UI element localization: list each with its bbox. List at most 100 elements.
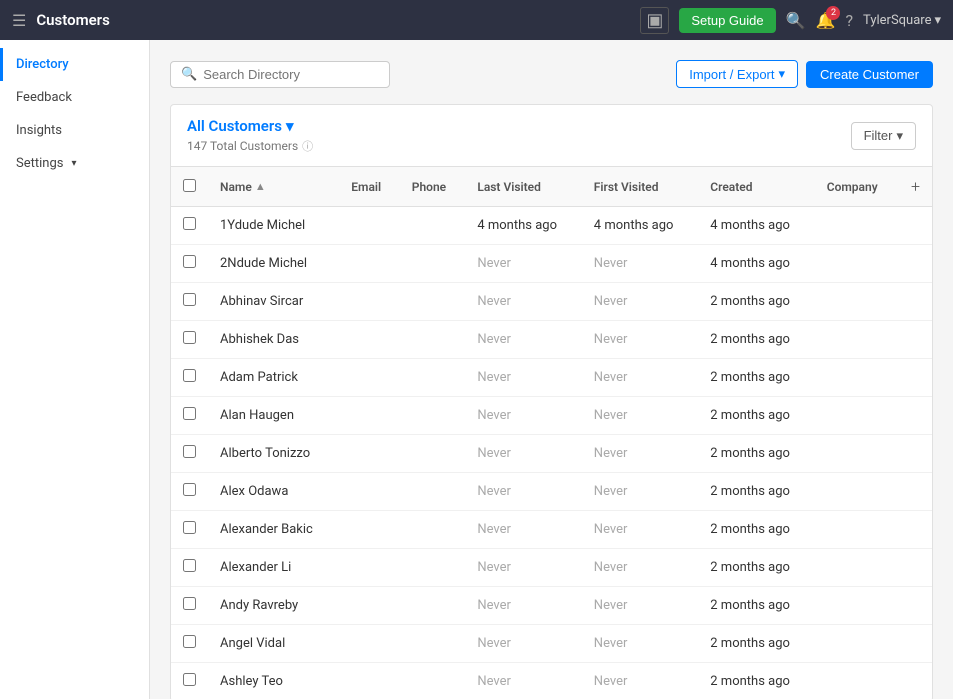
- sidebar-item-feedback-label: Feedback: [16, 90, 72, 105]
- cell-name[interactable]: Adam Patrick: [208, 359, 339, 397]
- cell-last_visited: Never: [465, 549, 581, 587]
- cell-name[interactable]: 2Ndude Michel: [208, 245, 339, 283]
- table-row: 2Ndude MichelNeverNever4 months ago: [171, 245, 932, 283]
- cell-name[interactable]: Alberto Tonizzo: [208, 435, 339, 473]
- row-checkbox-10[interactable]: [171, 587, 208, 625]
- menu-icon[interactable]: ☰: [12, 11, 26, 30]
- cell-phone: [400, 283, 466, 321]
- cell-created: 2 months ago: [698, 511, 814, 549]
- search-icon: 🔍: [181, 67, 197, 82]
- cell-company: [815, 663, 899, 699]
- cell-first_visited: Never: [582, 511, 698, 549]
- sidebar-item-insights-label: Insights: [16, 123, 62, 138]
- row-select-checkbox[interactable]: [183, 673, 196, 686]
- row-checkbox-11[interactable]: [171, 625, 208, 663]
- row-select-checkbox[interactable]: [183, 483, 196, 496]
- row-select-checkbox[interactable]: [183, 445, 196, 458]
- cell-email: [339, 473, 400, 511]
- cell-name[interactable]: Angel Vidal: [208, 625, 339, 663]
- add-column-button[interactable]: +: [899, 167, 932, 207]
- cell-name[interactable]: Abhishek Das: [208, 321, 339, 359]
- cell-company: [815, 245, 899, 283]
- cell-email: [339, 245, 400, 283]
- create-customer-button[interactable]: Create Customer: [806, 61, 933, 88]
- table-row: Ashley TeoNeverNever2 months ago: [171, 663, 932, 699]
- row-checkbox-2[interactable]: [171, 283, 208, 321]
- cell-name[interactable]: Alan Haugen: [208, 397, 339, 435]
- select-all-checkbox[interactable]: [183, 179, 196, 192]
- sort-asc-icon: ▲: [255, 180, 266, 193]
- customers-header: All Customers ▾ 147 Total Customers ⓘ Fi…: [170, 104, 933, 167]
- cell-created: 2 months ago: [698, 283, 814, 321]
- info-icon[interactable]: ⓘ: [302, 138, 313, 154]
- cell-email: [339, 549, 400, 587]
- cell-created: 2 months ago: [698, 435, 814, 473]
- cell-name[interactable]: Alexander Bakic: [208, 511, 339, 549]
- cell-name[interactable]: Ashley Teo: [208, 663, 339, 699]
- row-select-checkbox[interactable]: [183, 597, 196, 610]
- row-select-checkbox[interactable]: [183, 217, 196, 230]
- row-checkbox-1[interactable]: [171, 245, 208, 283]
- row-select-checkbox[interactable]: [183, 369, 196, 382]
- row-checkbox-6[interactable]: [171, 435, 208, 473]
- row-select-checkbox[interactable]: [183, 635, 196, 648]
- th-company: Company: [815, 167, 899, 207]
- cell-name[interactable]: 1Ydude Michel: [208, 207, 339, 245]
- user-menu[interactable]: TylerSquare ▾: [863, 13, 941, 28]
- import-export-button[interactable]: Import / Export ▾: [676, 60, 798, 88]
- bell-icon[interactable]: 🔔 2: [816, 11, 836, 30]
- cell-company: [815, 625, 899, 663]
- sidebar-item-insights[interactable]: Insights: [0, 114, 149, 147]
- row-checkbox-12[interactable]: [171, 663, 208, 699]
- app-title: Customers: [36, 11, 630, 29]
- row-checkbox-9[interactable]: [171, 549, 208, 587]
- row-checkbox-3[interactable]: [171, 321, 208, 359]
- cell-add-1: [899, 245, 932, 283]
- row-checkbox-8[interactable]: [171, 511, 208, 549]
- help-icon[interactable]: ?: [845, 11, 853, 30]
- cell-created: 2 months ago: [698, 625, 814, 663]
- search-nav-icon[interactable]: 🔍: [786, 11, 806, 30]
- cell-first_visited: Never: [582, 473, 698, 511]
- row-select-checkbox[interactable]: [183, 521, 196, 534]
- search-box[interactable]: 🔍: [170, 61, 390, 88]
- cell-last_visited: Never: [465, 245, 581, 283]
- sidebar: Directory Feedback Insights Settings ▾: [0, 40, 150, 699]
- th-name[interactable]: Name ▲: [208, 167, 339, 207]
- cell-email: [339, 587, 400, 625]
- row-select-checkbox[interactable]: [183, 293, 196, 306]
- filter-button[interactable]: Filter ▾: [851, 122, 916, 150]
- cell-name[interactable]: Andy Ravreby: [208, 587, 339, 625]
- cell-first_visited: Never: [582, 359, 698, 397]
- box-icon[interactable]: ▣: [640, 7, 669, 34]
- row-checkbox-4[interactable]: [171, 359, 208, 397]
- row-select-checkbox[interactable]: [183, 407, 196, 420]
- cell-created: 2 months ago: [698, 397, 814, 435]
- table-row: Adam PatrickNeverNever2 months ago: [171, 359, 932, 397]
- search-input[interactable]: [203, 67, 379, 82]
- top-nav: ☰ Customers ▣ Setup Guide 🔍 🔔 2 ? TylerS…: [0, 0, 953, 40]
- customers-section-title[interactable]: All Customers ▾: [187, 117, 313, 135]
- sidebar-item-settings[interactable]: Settings ▾: [0, 147, 149, 180]
- sidebar-item-directory[interactable]: Directory: [0, 48, 149, 81]
- cell-first_visited: Never: [582, 283, 698, 321]
- table-row: 1Ydude Michel4 months ago4 months ago4 m…: [171, 207, 932, 245]
- row-select-checkbox[interactable]: [183, 331, 196, 344]
- cell-phone: [400, 245, 466, 283]
- row-checkbox-0[interactable]: [171, 207, 208, 245]
- cell-company: [815, 283, 899, 321]
- row-select-checkbox[interactable]: [183, 559, 196, 572]
- select-all-checkbox-header[interactable]: [171, 167, 208, 207]
- row-checkbox-7[interactable]: [171, 473, 208, 511]
- setup-guide-button[interactable]: Setup Guide: [679, 8, 775, 33]
- sidebar-item-feedback[interactable]: Feedback: [0, 81, 149, 114]
- cell-phone: [400, 587, 466, 625]
- row-checkbox-5[interactable]: [171, 397, 208, 435]
- cell-name[interactable]: Abhinav Sircar: [208, 283, 339, 321]
- cell-name[interactable]: Alexander Li: [208, 549, 339, 587]
- cell-name[interactable]: Alex Odawa: [208, 473, 339, 511]
- cell-add-11: [899, 625, 932, 663]
- row-select-checkbox[interactable]: [183, 255, 196, 268]
- cell-first_visited: 4 months ago: [582, 207, 698, 245]
- cell-company: [815, 511, 899, 549]
